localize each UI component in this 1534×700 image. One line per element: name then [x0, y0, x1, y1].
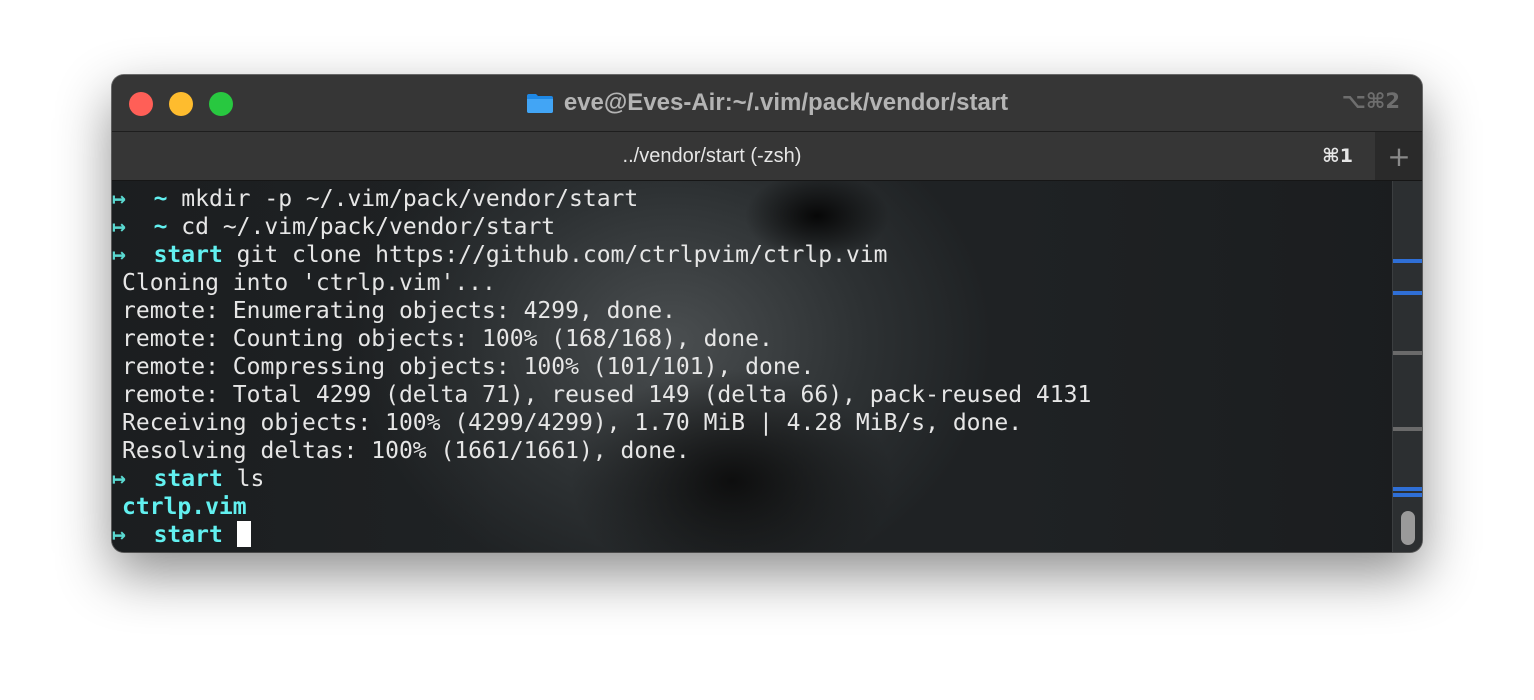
scroll-mark [1393, 427, 1422, 431]
prompt-arrow-icon: ↦ [112, 522, 126, 548]
prompt-cwd: start [153, 242, 223, 268]
output-line: Resolving deltas: 100% (1661/1661), done… [112, 437, 1392, 465]
tab-vendor-start[interactable]: ../vendor/start (-zsh) ⌘1 [112, 132, 1375, 180]
prompt-arrow-icon: ↦ [112, 186, 126, 212]
output-line: remote: Counting objects: 100% (168/168)… [112, 325, 1392, 353]
window-shortcut: ⌥⌘2 [1341, 89, 1400, 113]
prompt-arrow-icon: ↦ [112, 242, 126, 268]
prompt-cwd: start [153, 522, 223, 548]
command-text: ls [236, 466, 265, 492]
title-bar[interactable]: eve@Eves-Air:~/.vim/pack/vendor/start ⌥⌘… [112, 75, 1422, 132]
output-line: Cloning into 'ctrlp.vim'... [112, 269, 1392, 297]
scrollbar[interactable] [1392, 181, 1422, 552]
output-text: Cloning into 'ctrlp.vim'... [122, 270, 496, 296]
tab-bar: ../vendor/start (-zsh) ⌘1 + [112, 132, 1422, 181]
prompt-line: ↦ ~ cd ~/.vim/pack/vendor/start [112, 213, 1392, 241]
output-line: remote: Total 4299 (delta 71), reused 14… [112, 381, 1392, 409]
scroll-mark [1393, 259, 1422, 263]
prompt-cwd: start [153, 466, 223, 492]
output-line: remote: Enumerating objects: 4299, done. [112, 297, 1392, 325]
window-title-container: eve@Eves-Air:~/.vim/pack/vendor/start [112, 75, 1422, 131]
output-text: remote: Total 4299 (delta 71), reused 14… [122, 382, 1092, 408]
command-text: git clone https://github.com/ctrlpvim/ct… [236, 242, 888, 268]
output-line: ctrlp.vim [112, 493, 1392, 521]
output-text: Receiving objects: 100% (4299/4299), 1.7… [122, 410, 1023, 436]
prompt-cwd: ~ [153, 214, 168, 240]
terminal-lines: ↦ ~ mkdir -p ~/.vim/pack/vendor/start ↦ ~… [112, 181, 1392, 549]
prompt-line: ↦ ~ mkdir -p ~/.vim/pack/vendor/start [112, 185, 1392, 213]
plus-icon: + [1387, 139, 1411, 173]
terminal-window: eve@Eves-Air:~/.vim/pack/vendor/start ⌥⌘… [112, 75, 1422, 552]
prompt-line: ↦ start [112, 521, 1392, 549]
prompt-arrow-icon: ↦ [112, 214, 126, 240]
output-line: remote: Compressing objects: 100% (101/1… [112, 353, 1392, 381]
terminal-output[interactable]: ↦ ~ mkdir -p ~/.vim/pack/vendor/start ↦ ~… [112, 181, 1392, 552]
tab-label: ../vendor/start (-zsh) [622, 144, 802, 167]
folder-icon [526, 92, 554, 114]
output-text: remote: Enumerating objects: 4299, done. [122, 298, 676, 324]
output-text: Resolving deltas: 100% (1661/1661), done… [122, 438, 690, 464]
prompt-cwd: ~ [153, 186, 168, 212]
scroll-mark [1393, 351, 1422, 355]
scroll-mark [1393, 291, 1422, 295]
output-line: Receiving objects: 100% (4299/4299), 1.7… [112, 409, 1392, 437]
new-tab-button[interactable]: + [1376, 132, 1422, 180]
prompt-arrow-icon: ↦ [112, 466, 126, 492]
output-text: remote: Compressing objects: 100% (101/1… [122, 354, 815, 380]
scroll-mark [1393, 487, 1422, 491]
text-cursor [236, 521, 251, 547]
scroll-mark [1393, 493, 1422, 497]
window-title: eve@Eves-Air:~/.vim/pack/vendor/start [563, 89, 1009, 116]
output-text: remote: Counting objects: 100% (168/168)… [122, 326, 773, 352]
command-text: mkdir -p ~/.vim/pack/vendor/start [181, 186, 639, 212]
tab-shortcut: ⌘1 [1322, 145, 1353, 167]
prompt-line: ↦ start git clone https://github.com/ctr… [112, 241, 1392, 269]
directory-entry: ctrlp.vim [122, 494, 247, 520]
scrollbar-thumb[interactable] [1401, 511, 1415, 545]
prompt-line: ↦ start ls [112, 465, 1392, 493]
command-text: cd ~/.vim/pack/vendor/start [181, 214, 556, 240]
